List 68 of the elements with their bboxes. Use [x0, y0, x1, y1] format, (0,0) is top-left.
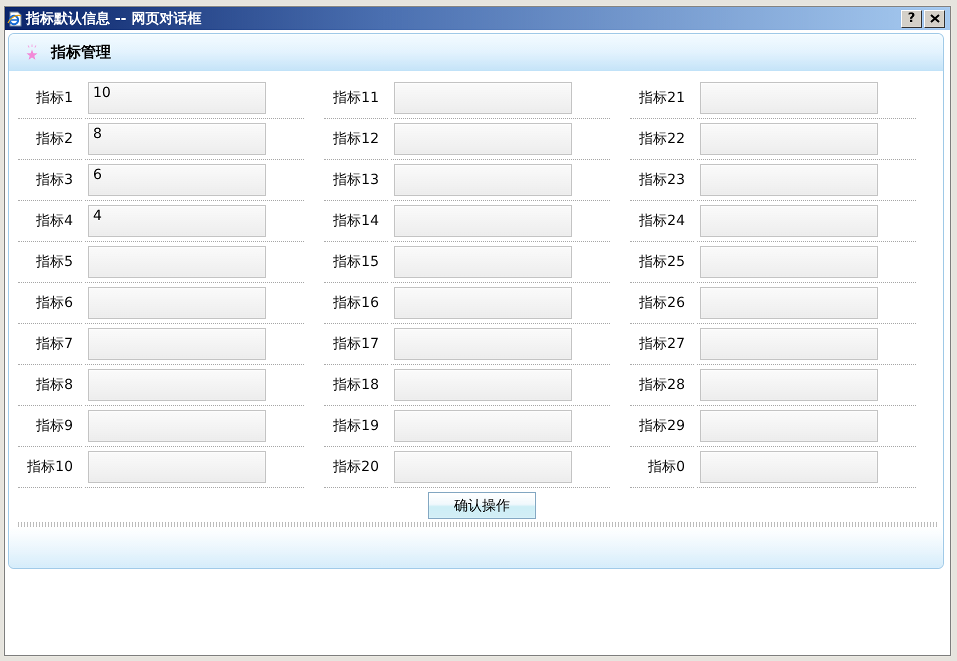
input-field[interactable] — [700, 287, 878, 319]
field-label: 指标12 — [333, 130, 379, 148]
input-field[interactable] — [88, 451, 266, 483]
field-label: 指标25 — [639, 253, 685, 271]
input-field[interactable]: 8 — [88, 123, 266, 155]
input-field[interactable] — [394, 369, 572, 401]
field-label: 指标2 — [36, 130, 73, 148]
input-field[interactable] — [88, 369, 266, 401]
field-label: 指标9 — [36, 417, 73, 435]
field-label: 指标22 — [639, 130, 685, 148]
field-label: 指标24 — [639, 212, 685, 230]
field-label: 指标26 — [639, 294, 685, 312]
confirm-button[interactable]: 确认操作 — [428, 492, 536, 519]
close-button[interactable] — [924, 10, 945, 28]
input-field[interactable] — [700, 328, 878, 360]
field-label: 指标6 — [36, 294, 73, 312]
panel-title: 指标管理 — [51, 43, 111, 62]
input-field[interactable] — [394, 246, 572, 278]
field-label: 指标5 — [36, 253, 73, 271]
star-icon — [25, 44, 39, 61]
input-field[interactable] — [700, 123, 878, 155]
input-field[interactable] — [394, 451, 572, 483]
close-icon — [930, 14, 940, 23]
field-label: 指标0 — [648, 458, 685, 476]
field-label: 指标28 — [639, 376, 685, 394]
input-field[interactable] — [700, 205, 878, 237]
input-field[interactable] — [88, 246, 266, 278]
field-label: 指标29 — [639, 417, 685, 435]
field-label: 指标16 — [333, 294, 379, 312]
input-field[interactable]: 4 — [88, 205, 266, 237]
input-field[interactable] — [394, 410, 572, 442]
field-label: 指标10 — [27, 458, 73, 476]
field-label: 指标19 — [333, 417, 379, 435]
field-label: 指标3 — [36, 171, 73, 189]
field-label: 指标23 — [639, 171, 685, 189]
window-title: 指标默认信息 -- 网页对话框 — [26, 10, 202, 28]
input-field[interactable] — [88, 410, 266, 442]
input-field[interactable] — [394, 328, 572, 360]
field-label: 指标17 — [333, 335, 379, 353]
field-label: 指标15 — [333, 253, 379, 271]
input-field[interactable] — [700, 164, 878, 196]
field-label: 指标21 — [639, 89, 685, 107]
field-label: 指标27 — [639, 335, 685, 353]
field-label: 指标18 — [333, 376, 379, 394]
help-button[interactable]: ? — [901, 10, 922, 28]
field-label: 指标13 — [333, 171, 379, 189]
input-field[interactable] — [700, 451, 878, 483]
input-field[interactable] — [394, 164, 572, 196]
input-field[interactable]: 10 — [88, 82, 266, 114]
input-field[interactable] — [394, 205, 572, 237]
input-field[interactable] — [394, 82, 572, 114]
input-field[interactable] — [700, 410, 878, 442]
input-field[interactable]: 6 — [88, 164, 266, 196]
field-label: 指标11 — [333, 89, 379, 107]
input-field[interactable] — [700, 82, 878, 114]
field-label: 指标8 — [36, 376, 73, 394]
field-label: 指标7 — [36, 335, 73, 353]
page-globe-icon — [7, 10, 23, 26]
input-field[interactable] — [88, 287, 266, 319]
input-field[interactable] — [394, 123, 572, 155]
input-field[interactable] — [88, 328, 266, 360]
input-field[interactable] — [394, 287, 572, 319]
input-field[interactable] — [700, 246, 878, 278]
field-label: 指标20 — [333, 458, 379, 476]
field-label: 指标14 — [333, 212, 379, 230]
input-field[interactable] — [700, 369, 878, 401]
field-label: 指标4 — [36, 212, 73, 230]
field-label: 指标1 — [36, 89, 73, 107]
